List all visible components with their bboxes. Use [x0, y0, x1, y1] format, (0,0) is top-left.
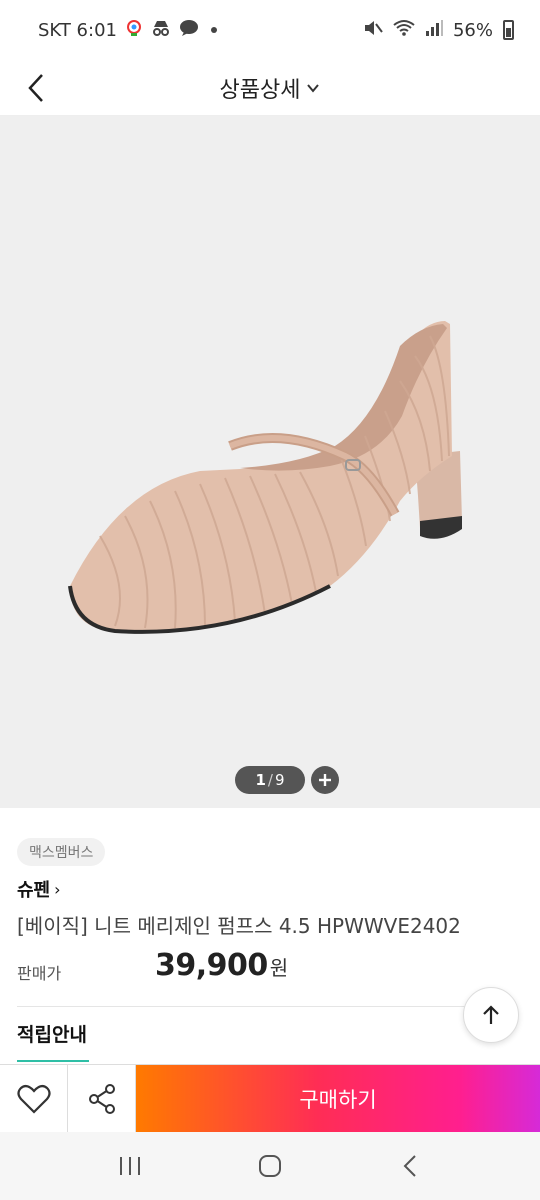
page-title-dropdown[interactable]: 상품상세: [220, 72, 321, 104]
product-photo-shoe: [68, 321, 462, 634]
divider: [17, 1006, 503, 1007]
heart-icon: [16, 1084, 51, 1114]
share-button[interactable]: [68, 1065, 136, 1132]
page-title: 상품상세: [219, 77, 301, 103]
battery-percent: 56%: [452, 19, 493, 41]
chevron-down-icon: [307, 83, 320, 93]
battery-icon: [503, 20, 514, 40]
image-counter-current: 1: [255, 771, 266, 789]
image-counter: 1 / 9: [235, 766, 305, 794]
brand-name: 슈펜: [17, 880, 51, 901]
location-app-icon: [125, 19, 143, 41]
mute-vibrate-icon: [363, 19, 383, 41]
signal-icon: [425, 19, 443, 41]
back-button[interactable]: [16, 66, 56, 110]
share-icon: [88, 1083, 115, 1114]
status-bar: SKT 6:01 56%: [0, 0, 540, 60]
price-value: 39,900: [155, 948, 268, 983]
back-icon: [403, 1155, 416, 1177]
plus-icon: [319, 774, 331, 786]
arrow-up-icon: [483, 1005, 499, 1024]
app-header: 상품상세: [0, 60, 540, 116]
notification-dot-icon: [210, 27, 217, 33]
image-counter-separator: /: [267, 771, 273, 789]
status-right: 56%: [363, 19, 514, 41]
image-counter-total: 9: [274, 771, 285, 789]
points-info-title[interactable]: 적립안내: [17, 1020, 87, 1047]
wifi-icon: [393, 19, 415, 41]
chat-icon: [179, 19, 199, 41]
section-accent-line: [17, 1060, 89, 1062]
price-unit: 원: [269, 956, 289, 980]
product-name: [베이직] 니트 메리제인 펌프스 4.5 HPWWVE2402: [17, 914, 461, 938]
member-badge: 맥스멤버스: [17, 838, 106, 866]
scroll-to-top-button[interactable]: [463, 987, 519, 1043]
home-icon: [259, 1155, 281, 1177]
system-nav-bar: [0, 1132, 540, 1200]
carrier-time: SKT 6:01: [38, 19, 117, 41]
system-back-button[interactable]: [380, 1141, 440, 1191]
recent-apps-button[interactable]: [100, 1141, 160, 1191]
recent-apps-icon: [120, 1157, 140, 1175]
incognito-icon: [151, 19, 171, 41]
product-image-gallery[interactable]: 1 / 9: [0, 116, 540, 808]
expand-gallery-button[interactable]: [311, 766, 339, 794]
wishlist-button[interactable]: [0, 1065, 68, 1132]
home-button[interactable]: [240, 1141, 300, 1191]
buy-button[interactable]: 구매하기: [136, 1065, 540, 1132]
price-label: 판매가: [17, 964, 62, 983]
status-left: SKT 6:01: [38, 19, 217, 41]
price: 39,900 원: [155, 948, 288, 983]
bottom-action-bar: 구매하기: [0, 1064, 540, 1132]
chevron-left-icon: [28, 74, 43, 102]
chevron-right-icon: ›: [54, 879, 61, 899]
brand-link[interactable]: 슈펜 ›: [17, 876, 61, 902]
